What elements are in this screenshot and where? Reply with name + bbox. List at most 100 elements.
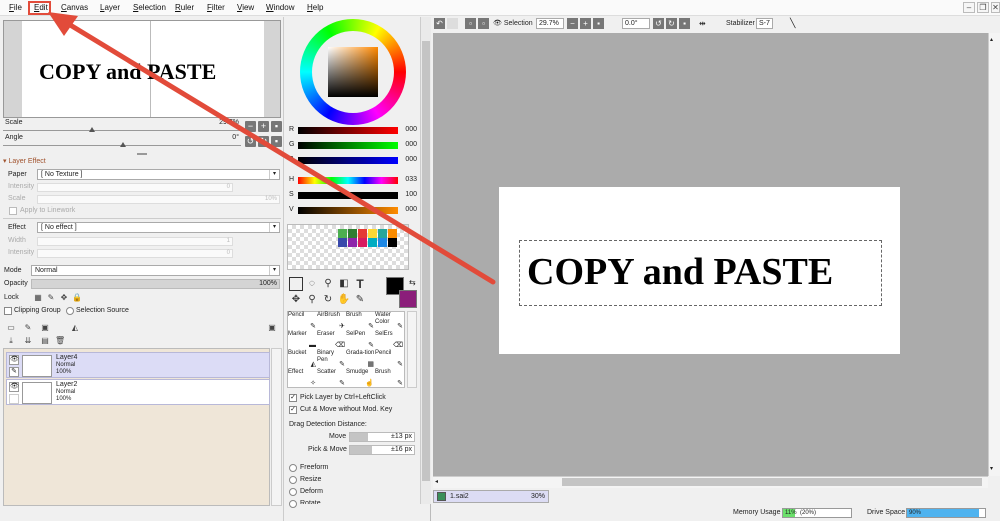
brush-tool[interactable]: Smudge ☝ <box>346 369 375 388</box>
layer-effect-header[interactable]: ▾ Layer Effect <box>3 157 46 165</box>
zoom-icon[interactable]: ⚲ <box>305 293 319 307</box>
swatch[interactable] <box>348 238 357 247</box>
blue-slider[interactable]: B 000 <box>289 156 419 166</box>
visibility-eye-icon[interactable]: 👁 <box>9 382 19 392</box>
rect-select-icon[interactable] <box>289 277 303 291</box>
clipping-group-checkbox[interactable] <box>4 307 12 315</box>
zoom-in-button[interactable]: + <box>258 121 269 132</box>
zoom-out-button[interactable]: − <box>567 18 578 29</box>
swatch[interactable] <box>348 229 357 238</box>
swatch[interactable] <box>358 238 367 247</box>
color-wheel[interactable] <box>300 19 406 125</box>
brush-tool[interactable]: Binary Pen ✎ <box>317 350 346 369</box>
move-icon[interactable]: ✥ <box>289 293 303 307</box>
resize-radio[interactable] <box>289 476 297 484</box>
scale-track[interactable] <box>3 130 241 131</box>
menu-ruler[interactable]: Ruler <box>175 3 194 12</box>
lock-all-icon[interactable]: 🔒 <box>72 293 82 303</box>
value-slider[interactable]: V 000 <box>289 206 419 216</box>
pick-layer-checkbox[interactable]: ✓ <box>289 394 297 402</box>
mid-panel-scrollbar[interactable] <box>420 17 431 504</box>
rotate-reset-button[interactable]: ▪ <box>271 136 282 147</box>
brush-tool[interactable]: Grada-tion ▦ <box>346 350 375 369</box>
panel-grip[interactable] <box>137 153 147 155</box>
swatch[interactable] <box>338 229 347 238</box>
scroll-up-icon[interactable]: ▴ <box>990 36 993 43</box>
line-tool-icon[interactable]: ╲ <box>790 18 795 29</box>
zoom-in-button[interactable]: + <box>580 18 591 29</box>
saturation-slider[interactable]: S 100 <box>289 191 419 201</box>
paper-dropdown[interactable]: [ No Texture ] ▾ <box>37 169 280 180</box>
brush-tool[interactable]: Water Color ✎ <box>375 312 404 331</box>
undo-icon[interactable]: ↶ <box>434 18 445 29</box>
visibility-eye-icon[interactable]: 👁 <box>9 355 19 365</box>
layer-list-scrollbar[interactable] <box>271 348 282 506</box>
stabilizer-dropdown[interactable]: S-7 <box>756 18 773 29</box>
green-track[interactable] <box>298 142 398 149</box>
magic-wand-icon[interactable]: ⚲ <box>321 277 335 291</box>
scale-slider[interactable]: Scale 29.7% <box>3 119 241 132</box>
transfer-down-icon[interactable]: ⤓ <box>6 336 16 346</box>
lock-paint-icon[interactable]: ✎ <box>46 293 56 303</box>
canvas-vertical-scrollbar[interactable]: ▴ ▾ <box>988 33 1000 476</box>
swatch[interactable] <box>378 229 387 238</box>
green-slider[interactable]: G 000 <box>289 141 419 151</box>
swatch[interactable] <box>388 229 397 238</box>
delete-layer-icon[interactable]: 🗑 <box>55 336 65 346</box>
brush-tool[interactable]: SelErs ⌫ <box>375 331 404 350</box>
new-layer-icon[interactable]: ▭ <box>6 323 16 333</box>
zoom-box[interactable]: 29.7% <box>536 18 564 29</box>
brush-tool[interactable]: Pencil ✎ <box>288 312 317 331</box>
brush-tool[interactable]: Scatter ✎ <box>317 369 346 388</box>
swap-colors-icon[interactable]: ⇆ <box>409 278 416 287</box>
deselect-icon[interactable]: ▫ <box>465 18 476 29</box>
zoom-reset-button[interactable]: ▪ <box>271 121 282 132</box>
background-color[interactable] <box>399 290 417 308</box>
brush-tool[interactable]: Brush ✎ <box>375 369 404 388</box>
layer-row[interactable]: 👁 ✎ Layer4 Normal 100% <box>6 352 270 378</box>
lock-transparency-icon[interactable]: ▦ <box>33 293 43 303</box>
menu-selection[interactable]: Selection <box>133 3 166 12</box>
move-distance-slider[interactable]: ±13 px <box>349 432 415 442</box>
fill-icon[interactable]: ◭ <box>70 323 80 333</box>
menu-layer[interactable]: Layer <box>100 3 120 12</box>
swatch[interactable] <box>338 238 347 247</box>
brush-tool[interactable]: SelPen ✎ <box>346 331 375 350</box>
zoom-reset-button[interactable]: ▪ <box>593 18 604 29</box>
pick-move-distance-slider[interactable]: ±16 px <box>349 445 415 455</box>
apply-linework-checkbox[interactable] <box>9 207 17 215</box>
lasso-icon[interactable]: ◌ <box>305 277 319 291</box>
menu-canvas[interactable]: Canvas <box>61 3 88 12</box>
layer-panel-menu-icon[interactable]: ▣ <box>267 323 277 333</box>
effect-intensity-slider[interactable]: 0 <box>37 249 233 258</box>
effect-dropdown[interactable]: [ No effect ] ▾ <box>37 222 280 233</box>
brush-tool[interactable]: Brush ✎ <box>346 312 375 331</box>
lock-move-icon[interactable]: ✥ <box>59 293 69 303</box>
rotate-left-button[interactable]: ↺ <box>653 18 664 29</box>
saturation-track[interactable] <box>298 192 398 199</box>
rotate-right-button[interactable]: ↻ <box>666 18 677 29</box>
redo-icon[interactable] <box>447 18 458 29</box>
intensity-slider[interactable]: 0 <box>37 183 233 192</box>
opacity-slider[interactable]: 100% <box>31 279 280 289</box>
rotate-left-button[interactable]: ↺ <box>245 136 256 147</box>
canvas-horizontal-scroll-thumb[interactable] <box>562 478 982 486</box>
rotation-box[interactable]: 0.0° <box>622 18 650 29</box>
hand-icon[interactable]: ✋ <box>337 293 351 307</box>
menu-file[interactable]: File <box>9 3 22 12</box>
rotate-radio[interactable] <box>289 500 297 508</box>
blue-track[interactable] <box>298 157 398 164</box>
scroll-left-icon[interactable]: ◂ <box>435 478 438 485</box>
brush-tool[interactable]: Marker ▬ <box>288 331 317 350</box>
menu-filter[interactable]: Filter <box>207 3 225 12</box>
blend-mode-dropdown[interactable]: Normal ▾ <box>31 265 280 276</box>
scale-thumb[interactable] <box>89 127 95 132</box>
swatch[interactable] <box>388 238 397 247</box>
hue-track[interactable] <box>298 177 398 184</box>
flip-horizontal-icon[interactable]: ⇹ <box>699 19 706 28</box>
brush-tool[interactable]: Effect ✧ <box>288 369 317 388</box>
close-icon[interactable]: ✕ <box>991 2 1000 13</box>
brush-tool[interactable]: Eraser ⌫ <box>317 331 346 350</box>
scroll-down-icon[interactable]: ▾ <box>990 465 993 472</box>
brush-tool[interactable]: AirBrush ✈ <box>317 312 346 331</box>
